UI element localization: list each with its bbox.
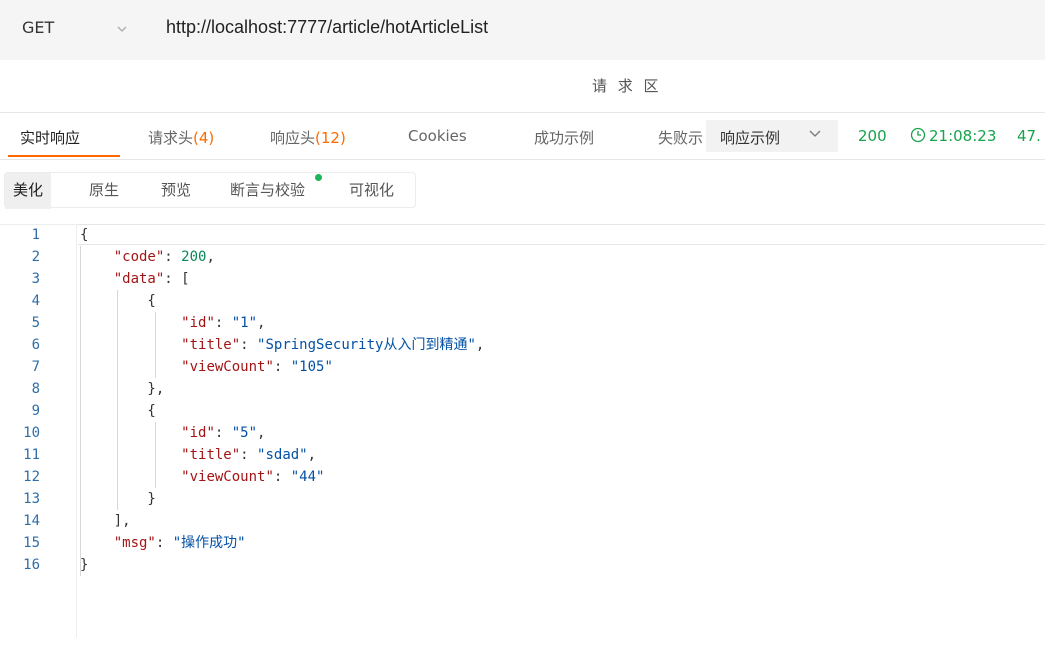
subtab-beautify[interactable]: 美化: [5, 173, 52, 209]
method-select[interactable]: GET: [22, 18, 54, 37]
code-line: 15 "msg": "操作成功": [0, 532, 1045, 554]
tab-cookies[interactable]: Cookies: [408, 127, 467, 145]
code-text: "msg": "操作成功": [113, 535, 246, 551]
code-line: 1{: [0, 224, 1045, 246]
code-text: {: [80, 403, 156, 419]
code-line: 14 ],: [0, 510, 1045, 532]
code-text: "id": "5",: [181, 425, 266, 441]
code-editor[interactable]: 1{2 "code": 200, 3 "data": [4 {5 "id": "1…: [0, 224, 1045, 648]
code-text: "title": "sdad",: [181, 447, 317, 463]
chevron-down-icon[interactable]: [116, 20, 128, 39]
line-number: 3: [31, 271, 40, 287]
line-number: 2: [31, 249, 40, 265]
subtab-preview[interactable]: 预览: [161, 179, 191, 200]
code-text: }: [80, 557, 89, 573]
line-number: 10: [23, 425, 40, 441]
response-example-button[interactable]: 响应示例: [706, 120, 838, 152]
line-number: 14: [23, 513, 40, 529]
request-section-label: 请 求 区: [592, 77, 662, 95]
chevron-down-icon: [808, 126, 822, 144]
tab-response-headers[interactable]: 响应头(12): [270, 127, 346, 148]
response-time: 21:08:23: [929, 127, 997, 145]
active-tab-underline: [8, 155, 120, 157]
code-text: }: [80, 491, 156, 507]
code-line: 9 {: [0, 400, 1045, 422]
line-number: 5: [31, 315, 40, 331]
status-code: 200: [858, 127, 887, 145]
code-text: "code": 200,: [113, 249, 215, 265]
subtab-visualize[interactable]: 可视化: [349, 179, 394, 200]
request-url-bar: GET http://localhost:7777/article/hotArt…: [0, 0, 1045, 60]
line-number: 6: [31, 337, 40, 353]
code-line: 4 {: [0, 290, 1045, 312]
code-line: 8 },: [0, 378, 1045, 400]
code-text: "viewCount": "105": [181, 359, 333, 375]
line-number: 7: [31, 359, 40, 375]
code-line: 2 "code": 200,: [0, 246, 1045, 268]
code-text: "data": [: [113, 271, 190, 287]
tab-failure-example[interactable]: 失败示: [658, 127, 703, 148]
code-text: "title": "SpringSecurity从入门到精通",: [181, 337, 485, 353]
code-text: {: [80, 293, 156, 309]
code-line: 10 "id": "5",: [0, 422, 1045, 444]
line-number: 8: [31, 381, 40, 397]
code-text: },: [80, 381, 165, 397]
subtab-raw[interactable]: 原生: [89, 179, 119, 200]
code-line: 3 "data": [: [0, 268, 1045, 290]
code-text: "id": "1",: [181, 315, 266, 331]
code-text: "viewCount": "44": [181, 469, 325, 485]
response-size: 47.: [1017, 127, 1041, 145]
subtab-assertions[interactable]: 断言与校验: [230, 179, 305, 200]
tab-request-headers[interactable]: 请求头(4): [148, 127, 214, 148]
code-text: ],: [80, 513, 131, 529]
tab-realtime-response[interactable]: 实时响应: [20, 127, 80, 148]
line-number: 11: [23, 447, 40, 463]
view-mode-tabs: 美化 原生 预览 断言与校验 可视化: [4, 172, 416, 209]
code-line: 7 "viewCount": "105": [0, 356, 1045, 378]
code-line: 11 "title": "sdad",: [0, 444, 1045, 466]
line-number: 4: [31, 293, 40, 309]
status-dot: [315, 174, 322, 181]
line-number: 1: [31, 227, 40, 243]
url-input[interactable]: http://localhost:7777/article/hotArticle…: [166, 17, 488, 38]
line-number: 15: [23, 535, 40, 551]
line-number: 16: [23, 557, 40, 573]
line-number: 12: [23, 469, 40, 485]
response-tabs: 实时响应 请求头(4) 响应头(12) Cookies 成功示例 失败示 响应示…: [0, 112, 1045, 160]
clock-icon: [910, 127, 926, 145]
tab-success-example[interactable]: 成功示例: [534, 127, 594, 148]
line-number: 13: [23, 491, 40, 507]
code-line: 16}: [0, 554, 1045, 576]
code-line: 13 }: [0, 488, 1045, 510]
code-line: 12 "viewCount": "44": [0, 466, 1045, 488]
code-line: 6 "title": "SpringSecurity从入门到精通",: [0, 334, 1045, 356]
line-number: 9: [31, 403, 40, 419]
code-line: 5 "id": "1",: [0, 312, 1045, 334]
code-text: {: [80, 227, 89, 243]
divider: [0, 159, 1045, 160]
